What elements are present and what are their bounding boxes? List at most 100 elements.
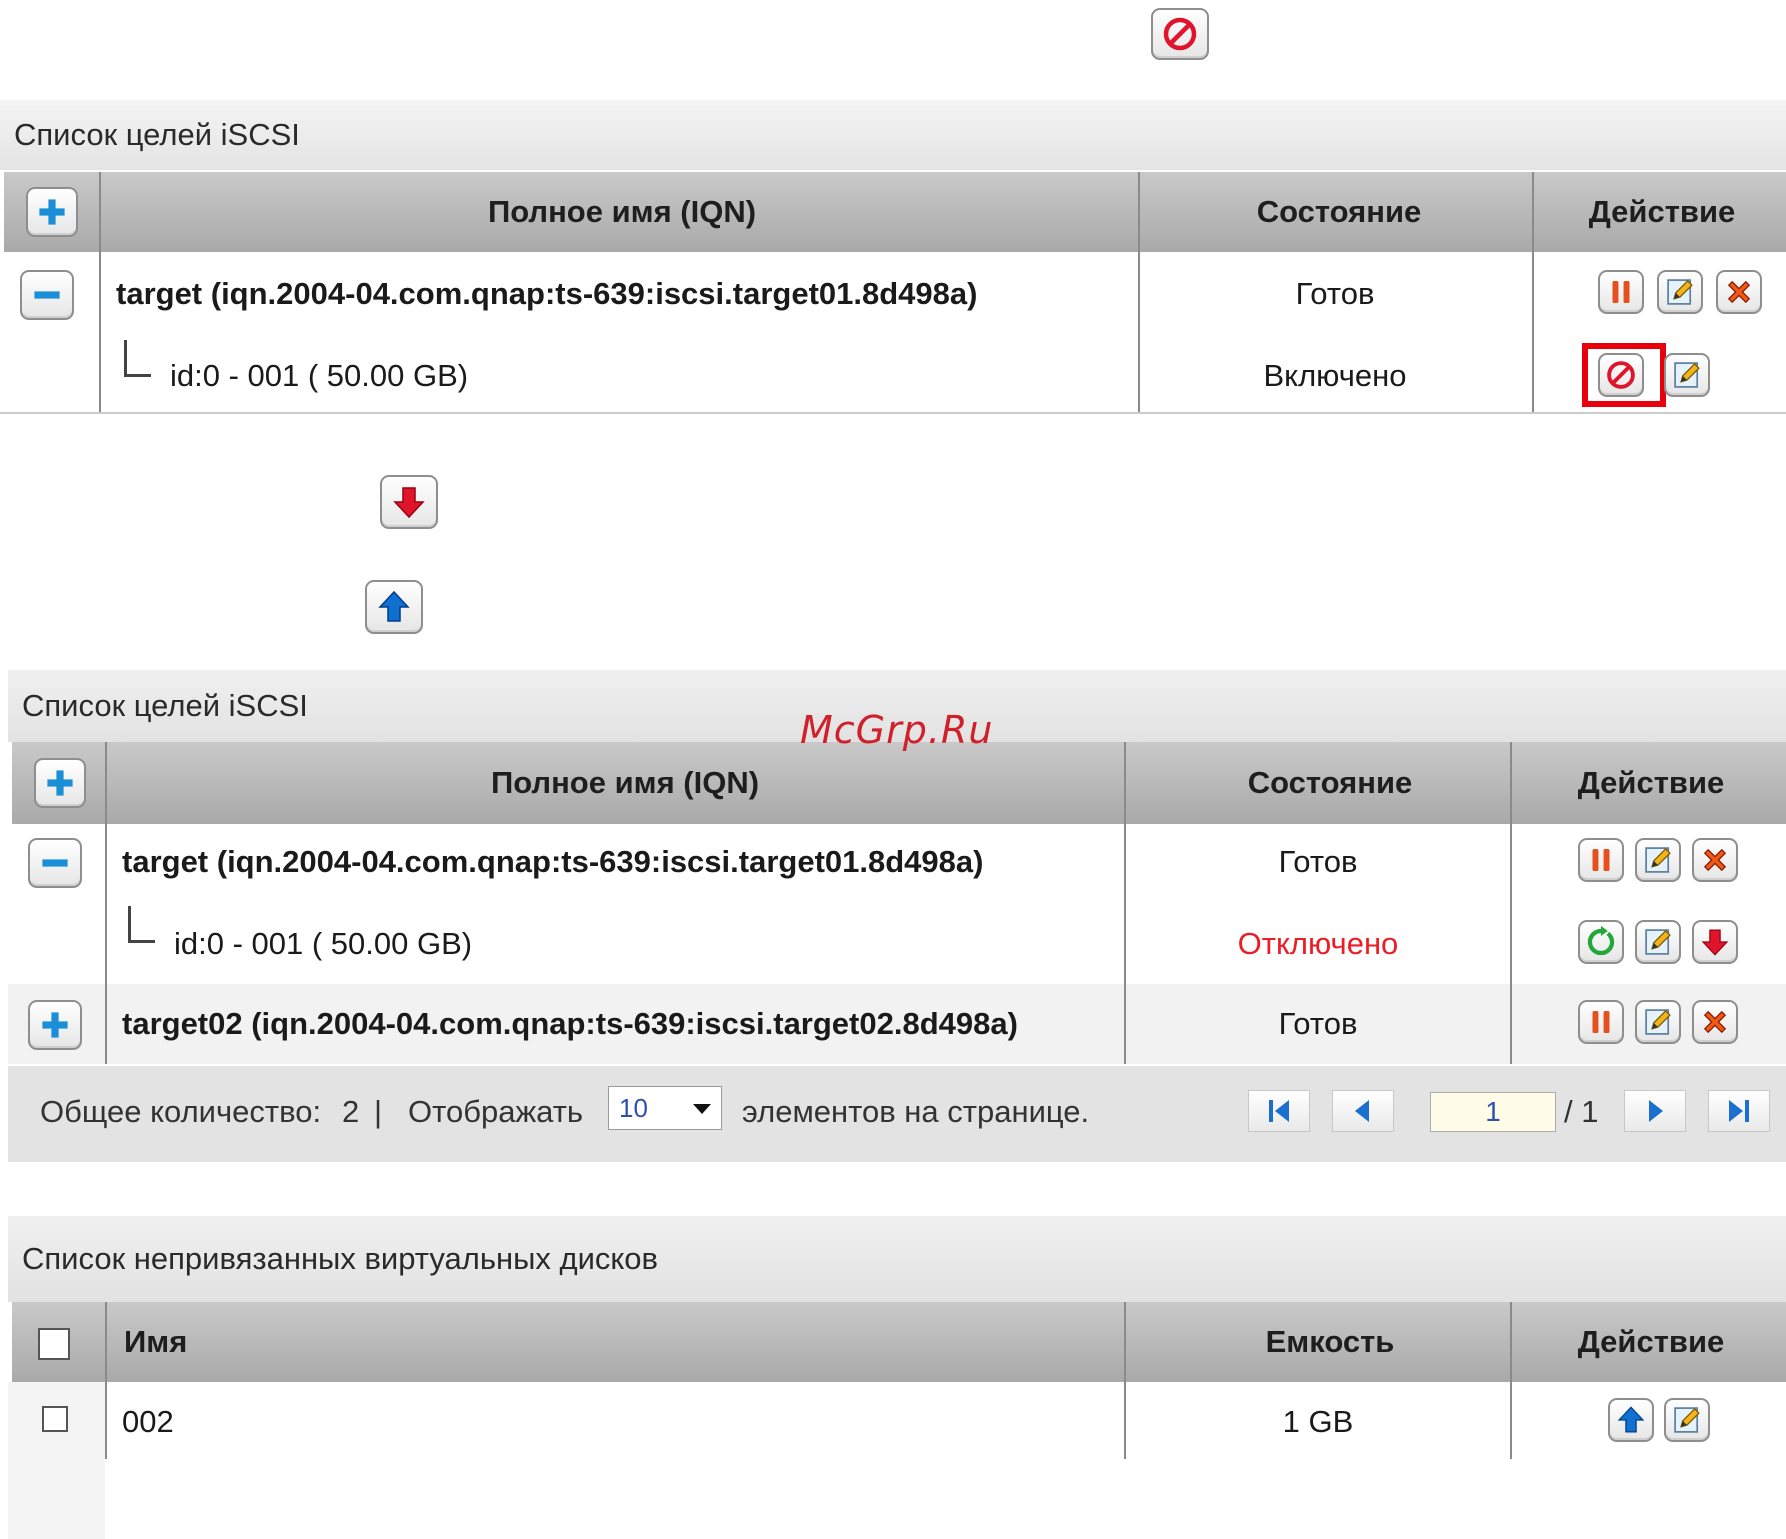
plus-icon [37,1007,73,1043]
edit-icon [1641,843,1675,877]
display-label: Отображать [408,1094,584,1129]
lun-status: Включено [1263,358,1407,393]
next-page-icon [1649,1100,1663,1122]
minus-icon [29,277,65,313]
per-page-suffix: элементов на странице. [742,1094,1090,1129]
prev-page-icon [1355,1100,1369,1122]
add-target-button[interactable] [34,758,86,808]
pause-icon [1584,843,1618,877]
disable-icon [1604,358,1638,392]
delete-target-button[interactable] [1692,838,1738,882]
lun-name: id:0 - 001 ( 50.00 GB) [174,926,473,961]
lun-status: Отключено [1237,926,1399,961]
pause-icon [1584,1005,1618,1039]
select-all-checkbox[interactable] [38,1328,70,1360]
tree-connector [128,906,155,943]
first-page-icon [1269,1100,1289,1122]
delete-icon [1722,275,1756,309]
last-page-icon [1729,1100,1749,1122]
arrow-down-icon [389,482,429,522]
select-all-cell [38,1328,70,1360]
stop-target-button[interactable] [1578,1000,1624,1044]
edit-icon [1663,275,1697,309]
total-value: 2 [342,1094,360,1129]
edit-disk-button[interactable] [1664,1398,1710,1442]
next-page-button[interactable] [1624,1090,1686,1132]
header-capacity: Емкость [1265,1324,1395,1359]
per-page-value: 10 [619,1093,648,1123]
edit-icon [1641,1005,1675,1039]
header-add-cell [4,172,100,252]
header-iqn: Полное имя (IQN) [487,194,757,229]
header-action: Действие [1577,1324,1725,1359]
header-status: Состояние [1247,765,1413,800]
pagination-bar: Общее количество: 2 | Отображать 10 элем… [8,1066,1786,1162]
target-status: Готов [1278,844,1358,879]
total-label: Общее количество: [40,1094,322,1129]
arrow-down-icon [1698,925,1732,959]
enable-lun-button[interactable] [1578,920,1624,964]
edit-lun-button[interactable] [1664,353,1710,397]
stop-target-button[interactable] [1598,270,1644,314]
header-name: Имя [124,1324,188,1359]
disk-row-checkbox[interactable] [42,1406,68,1432]
edit-icon [1670,1403,1704,1437]
edit-target-button[interactable] [1657,270,1703,314]
per-page-select[interactable]: 10 [608,1086,722,1130]
arrow-up-icon [1614,1403,1648,1437]
plus-icon [42,765,78,801]
target-name: target02 (iqn.2004-04.com.qnap:ts-639:is… [122,1006,1018,1041]
edit-target-button[interactable] [1635,1000,1681,1044]
move-down-icon-button[interactable] [380,475,438,529]
delete-target-button[interactable] [1716,270,1762,314]
header-action: Действие [1588,194,1736,229]
iscsi-target-list-panel: Список целей iSCSI Полное имя (IQN) Сост… [0,100,1786,414]
page-total: / 1 [1564,1094,1599,1129]
map-disk-button[interactable] [1608,1398,1654,1442]
disable-lun-button[interactable] [1598,353,1644,397]
separator: | [374,1094,383,1129]
refresh-icon [1584,925,1618,959]
page-number-input[interactable]: 1 [1430,1092,1556,1132]
first-page-button[interactable] [1248,1090,1310,1132]
header-status: Состояние [1256,194,1422,229]
prev-page-button[interactable] [1332,1090,1394,1132]
stop-target-button[interactable] [1578,838,1624,882]
edit-icon [1670,358,1704,392]
chevron-down-icon [693,1104,711,1114]
delete-target-button[interactable] [1692,1000,1738,1044]
disable-icon [1160,14,1200,54]
move-up-icon-button[interactable] [365,580,423,634]
plus-icon [34,194,70,230]
delete-icon [1698,843,1732,877]
unmapped-virtual-disks-panel: Список непривязанных виртуальных дисков … [8,1216,1786,1539]
edit-lun-button[interactable] [1635,920,1681,964]
watermark: McGrp.Ru [800,708,994,752]
expand-target-button[interactable] [28,1000,82,1050]
last-page-button[interactable] [1708,1090,1770,1132]
table-header: Имя Емкость Действие [12,1302,1786,1382]
header-add-cell [12,742,108,824]
pause-icon [1604,275,1638,309]
move-down-lun-button[interactable] [1692,920,1738,964]
target-name: target (iqn.2004-04.com.qnap:ts-639:iscs… [116,276,978,311]
delete-icon [1698,1005,1732,1039]
target-status: Готов [1295,276,1375,311]
disk-capacity: 1 GB [1282,1404,1354,1439]
target-name: target (iqn.2004-04.com.qnap:ts-639:iscs… [122,844,984,879]
header-iqn: Полное имя (IQN) [490,765,760,800]
collapse-target-button[interactable] [28,838,82,888]
collapse-target-button[interactable] [20,270,74,320]
header-action: Действие [1577,765,1725,800]
table-header: Полное имя (IQN) Состояние Действие [12,742,1786,824]
table-header: Полное имя (IQN) Состояние Действие [4,172,1786,252]
panel-title: Список целей iSCSI [0,100,1786,170]
disable-icon-button[interactable] [1151,8,1209,60]
add-target-button[interactable] [26,187,78,237]
panel-title: Список непривязанных виртуальных дисков [8,1216,1786,1302]
tree-connector [124,340,151,377]
edit-icon [1641,925,1675,959]
disk-name: 002 [122,1404,174,1439]
minus-icon [37,845,73,881]
edit-target-button[interactable] [1635,838,1681,882]
